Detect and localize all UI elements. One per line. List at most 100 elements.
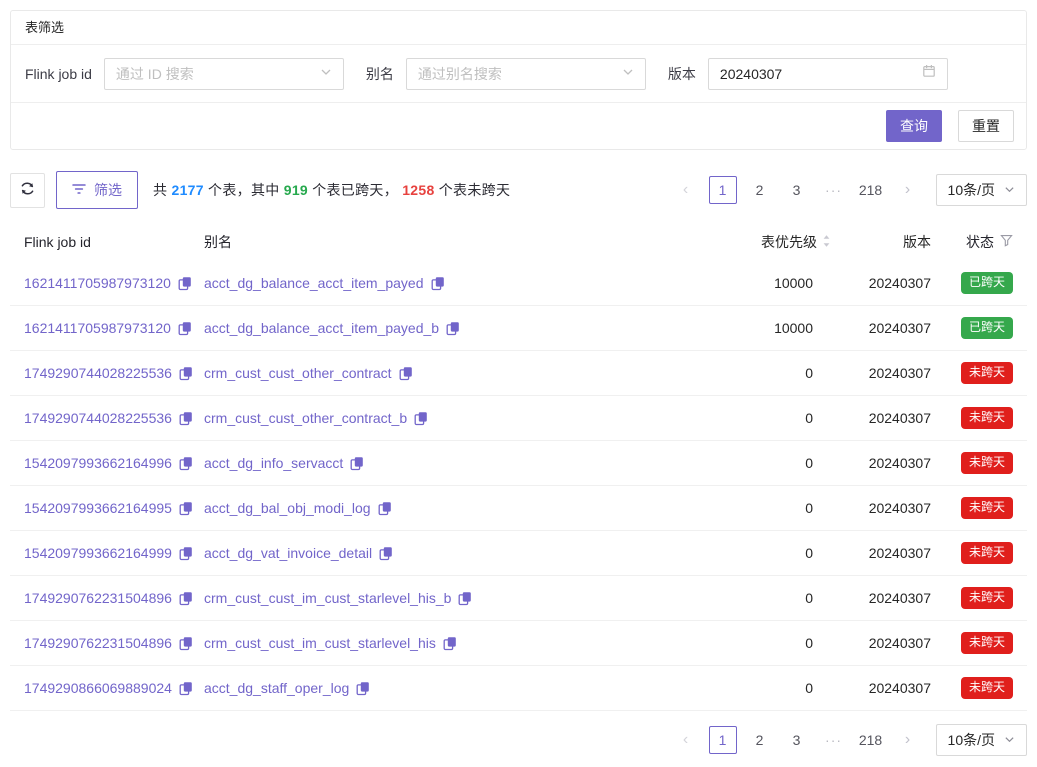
alias-link[interactable]: crm_cust_cust_other_contract	[204, 365, 392, 381]
flink-job-id-link[interactable]: 1542097993662164995	[24, 500, 172, 516]
flink-job-id-link[interactable]: 1749290762231504896	[24, 635, 172, 651]
alias-link[interactable]: acct_dg_bal_obj_modi_log	[204, 500, 371, 516]
status-badge: 未跨天	[961, 407, 1013, 428]
pagination-top: ‹ 1 2 3 ··· 218 › 10条/页	[672, 174, 1027, 206]
copy-icon[interactable]	[431, 276, 445, 291]
filter-button[interactable]: 筛选	[56, 171, 138, 209]
alias-link[interactable]: acct_dg_balance_acct_item_payed	[204, 275, 424, 291]
alias-link[interactable]: acct_dg_staff_oper_log	[204, 680, 349, 696]
page-button-last[interactable]: 218	[857, 726, 885, 754]
flink-job-id-link[interactable]: 1621411705987973120	[24, 320, 171, 336]
copy-icon[interactable]	[446, 321, 460, 336]
copy-icon[interactable]	[179, 546, 193, 561]
next-page-button[interactable]: ›	[894, 176, 922, 204]
copy-icon[interactable]	[178, 276, 192, 291]
page-button-1[interactable]: 1	[709, 176, 737, 204]
next-page-button[interactable]: ›	[894, 726, 922, 754]
flink-job-id-link[interactable]: 1749290744028225536	[24, 410, 172, 426]
copy-icon[interactable]	[414, 411, 428, 426]
copy-icon[interactable]	[350, 456, 364, 471]
calendar-icon	[922, 64, 936, 83]
flink-job-id-link[interactable]: 1749290762231504896	[24, 590, 172, 606]
chevron-down-icon	[1004, 182, 1015, 198]
version-value: 20240307	[831, 500, 931, 516]
flink-job-id-link[interactable]: 1749290866069889024	[24, 680, 172, 696]
page-button-1[interactable]: 1	[709, 726, 737, 754]
column-header-status: 状态	[931, 232, 1027, 252]
copy-icon[interactable]	[443, 636, 457, 651]
copy-icon[interactable]	[179, 636, 193, 651]
column-header-flink-job-id: Flink job id	[10, 234, 204, 250]
alias-link[interactable]: crm_cust_cust_im_cust_starlevel_his_b	[204, 590, 451, 606]
page-button-3[interactable]: 3	[783, 726, 811, 754]
sort-icon[interactable]	[822, 234, 831, 251]
alias-link[interactable]: acct_dg_balance_acct_item_payed_b	[204, 320, 439, 336]
copy-icon[interactable]	[179, 456, 193, 471]
data-table: Flink job id 别名 表优先级 版本 状态 1621411705987…	[10, 223, 1027, 711]
alias-link[interactable]: acct_dg_info_servacct	[204, 455, 343, 471]
page-button-2[interactable]: 2	[746, 726, 774, 754]
job-id-placeholder: 通过 ID 搜索	[116, 64, 194, 84]
copy-icon[interactable]	[379, 546, 393, 561]
status-badge: 未跨天	[961, 542, 1013, 563]
filter-lines-icon	[72, 182, 86, 198]
reset-button[interactable]: 重置	[958, 110, 1014, 142]
copy-icon[interactable]	[178, 321, 192, 336]
status-badge: 未跨天	[961, 362, 1013, 383]
version-value: 20240307	[831, 410, 931, 426]
copy-icon[interactable]	[179, 501, 193, 516]
copy-icon[interactable]	[179, 411, 193, 426]
copy-icon[interactable]	[179, 591, 193, 606]
page-size-select[interactable]: 10条/页	[936, 174, 1027, 206]
table-row: 1542097993662164999 acct_dg_vat_invoice_…	[10, 531, 1027, 576]
copy-icon[interactable]	[179, 681, 193, 696]
priority-value: 10000	[703, 320, 831, 336]
copy-icon[interactable]	[179, 366, 193, 381]
page-ellipsis[interactable]: ···	[820, 726, 848, 754]
alias-select[interactable]: 通过别名搜索	[406, 58, 646, 90]
priority-value: 0	[703, 545, 831, 561]
prev-page-button[interactable]: ‹	[672, 726, 700, 754]
table-row: 1542097993662164995 acct_dg_bal_obj_modi…	[10, 486, 1027, 531]
copy-icon[interactable]	[458, 591, 472, 606]
query-button[interactable]: 查询	[886, 110, 942, 142]
table-body: 1621411705987973120 acct_dg_balance_acct…	[10, 261, 1027, 711]
page-size-select[interactable]: 10条/页	[936, 724, 1027, 756]
status-badge: 未跨天	[961, 632, 1013, 653]
flink-job-id-link[interactable]: 1749290744028225536	[24, 365, 172, 381]
priority-value: 0	[703, 500, 831, 516]
priority-value: 0	[703, 410, 831, 426]
page-button-3[interactable]: 3	[783, 176, 811, 204]
refresh-icon	[19, 180, 36, 200]
prev-page-button[interactable]: ‹	[672, 176, 700, 204]
copy-icon[interactable]	[378, 501, 392, 516]
table-row: 1749290762231504896 crm_cust_cust_im_cus…	[10, 576, 1027, 621]
version-date-input[interactable]: 20240307	[708, 58, 948, 90]
flink-job-id-link[interactable]: 1542097993662164999	[24, 545, 172, 561]
status-header-label: 状态	[966, 232, 994, 252]
filter-card-title: 表筛选	[11, 11, 1026, 45]
total-count: 2177	[172, 182, 204, 198]
alias-link[interactable]: crm_cust_cust_other_contract_b	[204, 410, 407, 426]
stats-prefix: 共	[153, 182, 172, 198]
funnel-filter-icon[interactable]	[1000, 234, 1013, 250]
job-id-label: Flink job id	[25, 66, 92, 82]
page-button-2[interactable]: 2	[746, 176, 774, 204]
status-badge: 未跨天	[961, 587, 1013, 608]
copy-icon[interactable]	[399, 366, 413, 381]
filter-fields-row: Flink job id 通过 ID 搜索 别名 通过别名搜索 版本 20240…	[11, 45, 1026, 103]
alias-link[interactable]: acct_dg_vat_invoice_detail	[204, 545, 372, 561]
page-button-last[interactable]: 218	[857, 176, 885, 204]
copy-icon[interactable]	[356, 681, 370, 696]
flink-job-id-link[interactable]: 1621411705987973120	[24, 275, 171, 291]
page-ellipsis[interactable]: ···	[820, 176, 848, 204]
column-header-version: 版本	[831, 232, 931, 252]
refresh-button[interactable]	[10, 173, 45, 208]
version-value: 20240307	[831, 590, 931, 606]
alias-link[interactable]: crm_cust_cust_im_cust_starlevel_his	[204, 635, 436, 651]
priority-value: 10000	[703, 275, 831, 291]
job-id-select[interactable]: 通过 ID 搜索	[104, 58, 344, 90]
flink-job-id-link[interactable]: 1542097993662164996	[24, 455, 172, 471]
filter-actions-row: 查询 重置	[11, 103, 1026, 149]
priority-value: 0	[703, 365, 831, 381]
